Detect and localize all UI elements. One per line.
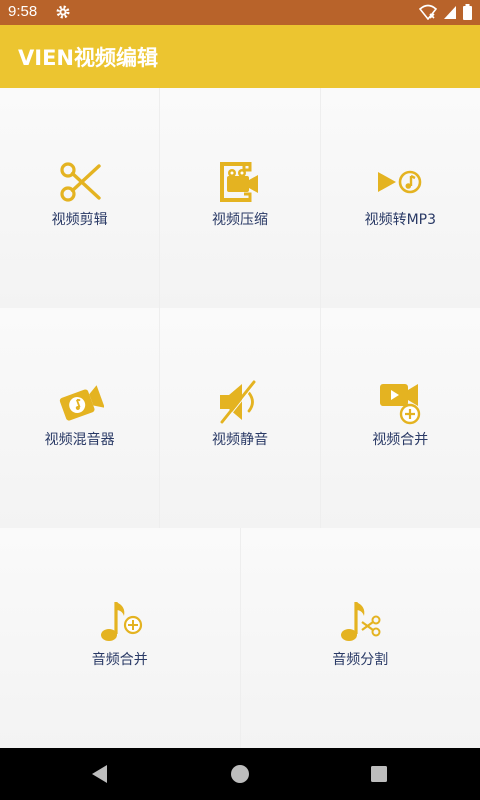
video-add-icon — [380, 384, 421, 425]
mute-speaker-icon — [219, 380, 257, 424]
home-icon[interactable] — [228, 762, 252, 786]
video-mute-label: 视频静音 — [211, 432, 268, 448]
video-to-mp3-label: 视频转MP3 — [364, 212, 437, 228]
video-to-audio-icon — [378, 170, 422, 194]
video-merge-label: 视频合并 — [372, 432, 429, 448]
scissors-icon — [60, 162, 101, 202]
audio-merge-button[interactable]: 音频合并 — [0, 528, 241, 748]
recents-icon[interactable] — [367, 762, 391, 786]
video-cut-button[interactable]: 视频剪辑 — [0, 88, 161, 308]
video-mixer-button[interactable]: 视频混音器 — [0, 308, 161, 528]
tools-grid: 视频剪辑 视频压缩 视频转MP3 视频混音器 视频静音 视频合并 音频合并 音频… — [0, 88, 480, 748]
status-bar: 9:58 — [0, 0, 480, 25]
tools-row: 音频合并 音频分割 — [0, 528, 480, 748]
signal-icon — [444, 6, 456, 19]
battery-icon — [463, 4, 472, 20]
video-music-mixer-icon — [59, 385, 104, 421]
back-icon[interactable] — [88, 762, 112, 786]
music-note-add-icon — [100, 602, 142, 641]
video-compress-button[interactable]: 视频压缩 — [160, 88, 321, 308]
app-title: VIEN视频编辑 — [18, 46, 158, 70]
video-mixer-label: 视频混音器 — [44, 432, 115, 448]
audio-split-button[interactable]: 音频分割 — [240, 528, 480, 748]
video-compress-label: 视频压缩 — [211, 212, 268, 228]
video-to-mp3-button[interactable]: 视频转MP3 — [320, 88, 480, 308]
wifi-off-icon — [419, 4, 437, 20]
navigation-bar — [0, 748, 480, 800]
music-note-scissors-icon — [341, 602, 381, 641]
video-mute-button[interactable]: 视频静音 — [160, 308, 321, 528]
audio-merge-label: 音频合并 — [91, 652, 148, 668]
video-cut-label: 视频剪辑 — [51, 212, 108, 228]
status-time: 9:58 — [8, 3, 38, 20]
tools-row: 视频混音器 视频静音 视频合并 — [0, 308, 480, 529]
app-bar: VIEN视频编辑 — [0, 25, 480, 88]
settings-gear-icon — [56, 5, 70, 19]
compress-clamp-icon — [219, 162, 258, 202]
video-merge-button[interactable]: 视频合并 — [320, 308, 480, 528]
tools-row: 视频剪辑 视频压缩 视频转MP3 — [0, 88, 480, 309]
audio-split-label: 音频分割 — [332, 652, 389, 668]
